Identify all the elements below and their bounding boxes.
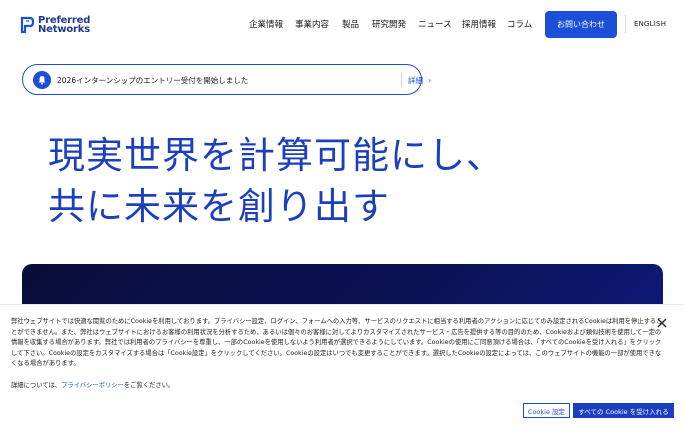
cookie-detail-suffix: をご覧ください。 <box>123 382 175 389</box>
announcement-text: 2026インターンシップのエントリー受付を開始しました <box>57 76 249 85</box>
lang-divider <box>625 15 626 33</box>
announcement-detail-link[interactable]: 詳細 › <box>408 75 431 86</box>
cookie-banner: 弊社ウェブサイトでは快適な閲覧のためにCookieを利用しております。プライバシ… <box>0 304 684 428</box>
pfn-logo-icon <box>20 16 34 34</box>
hero-line-1: 現実世界を計算可能にし、 <box>48 134 504 177</box>
nav-item-research[interactable]: 研究開発 <box>372 18 406 30</box>
nav-item-careers[interactable]: 採用情報 <box>462 18 496 30</box>
announcement-banner[interactable]: 2026インターンシップのエントリー受付を開始しました 詳細 › <box>22 64 431 95</box>
site-header: Preferred Networks 企業情報 事業内容 製品 研究開発 ニュー… <box>0 0 684 52</box>
cookie-settings-button[interactable]: Cookie 設定 <box>523 403 570 418</box>
hero-heading: 現実世界を計算可能にし、 共に未来を創り出す <box>48 130 504 232</box>
bell-icon <box>33 71 51 89</box>
nav-item-business[interactable]: 事業内容 <box>295 18 329 30</box>
accept-all-cookies-button[interactable]: すべての Cookie を受け入れる <box>573 403 674 418</box>
chevron-right-icon: › <box>428 76 432 85</box>
privacy-policy-link[interactable]: プライバシーポリシー <box>61 382 124 389</box>
logo[interactable]: Preferred Networks <box>20 15 102 35</box>
cookie-detail-prefix: 詳細については、 <box>11 382 62 389</box>
nav-item-products[interactable]: 製品 <box>342 18 359 30</box>
cookie-body-text: 弊社ウェブサイトでは快適な閲覧のためにCookieを利用しております。プライバシ… <box>11 318 663 367</box>
announcement-divider <box>401 73 402 87</box>
cookie-detail-line: 詳細については、プライバシーポリシーをご覧ください。 <box>11 380 174 389</box>
nav-item-column[interactable]: コラム <box>507 18 532 30</box>
language-switch[interactable]: ENGLISH <box>634 20 666 28</box>
close-icon[interactable] <box>656 317 668 329</box>
hero-line-2: 共に未来を創り出す <box>48 185 390 228</box>
nav-item-company[interactable]: 企業情報 <box>249 18 283 30</box>
contact-button[interactable]: お問い合わせ <box>545 11 617 38</box>
nav-item-news[interactable]: ニュース <box>418 18 452 30</box>
announcement-detail-label: 詳細 <box>408 76 423 85</box>
logo-text: Preferred Networks <box>38 14 91 35</box>
